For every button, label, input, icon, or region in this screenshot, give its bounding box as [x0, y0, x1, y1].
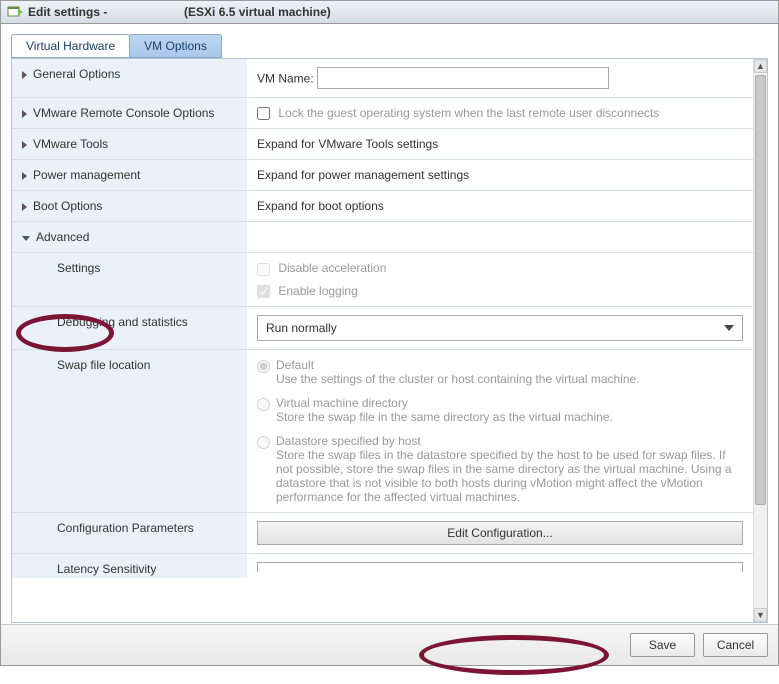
vm-icon: [7, 4, 23, 20]
dialog-content: Virtual Hardware VM Options General Opti…: [1, 24, 778, 623]
row-config-params: Configuration Parameters Edit Configurat…: [12, 512, 753, 553]
vm-name-input[interactable]: [317, 67, 609, 89]
expand-icon: [22, 110, 27, 118]
swap-vmdir-option[interactable]: Virtual machine directoryStore the swap …: [257, 396, 743, 424]
row-latency-sensitivity: Latency Sensitivity: [12, 553, 753, 578]
options-table: General Options VM Name: VMware Remote C…: [12, 59, 753, 578]
row-vmware-tools[interactable]: VMware Tools Expand for VMware Tools set…: [12, 129, 753, 160]
debugging-select[interactable]: Run normally: [257, 315, 743, 341]
expand-icon: [22, 141, 27, 149]
disable-acceleration-checkbox: [257, 263, 270, 276]
row-remote-console[interactable]: VMware Remote Console Options Lock the g…: [12, 98, 753, 129]
swap-vmdir-radio: [257, 398, 270, 411]
row-boot-options[interactable]: Boot Options Expand for boot options: [12, 191, 753, 222]
row-general-options[interactable]: General Options VM Name:: [12, 59, 753, 98]
dialog-footer: Save Cancel: [1, 624, 778, 665]
row-swap-location: Swap file location DefaultUse the settin…: [12, 349, 753, 512]
vm-name-label: VM Name:: [257, 72, 314, 86]
lock-guest-checkbox[interactable]: [257, 107, 270, 120]
scroll-up-button[interactable]: ▲: [754, 59, 767, 73]
tab-virtual-hardware[interactable]: Virtual Hardware: [11, 34, 130, 58]
enable-logging-checkbox: [257, 285, 270, 298]
swap-datastore-radio: [257, 436, 270, 449]
expand-icon: [22, 203, 27, 211]
edit-settings-dialog: Edit settings - (ESXi 6.5 virtual machin…: [0, 0, 779, 666]
latency-select-partial[interactable]: [257, 562, 743, 572]
swap-default-radio: [257, 360, 270, 373]
save-button[interactable]: Save: [630, 633, 695, 657]
chevron-down-icon: [724, 325, 734, 331]
disable-acceleration-label: Disable acceleration: [278, 261, 386, 275]
cancel-button[interactable]: Cancel: [703, 633, 768, 657]
row-settings: Settings Disable acceleration Enable log…: [12, 253, 753, 307]
scroll-track[interactable]: [754, 73, 767, 608]
vertical-scrollbar[interactable]: ▲ ▼: [753, 59, 767, 622]
row-debugging: Debugging and statistics Run normally: [12, 306, 753, 349]
scroll-thumb[interactable]: [755, 75, 766, 505]
row-advanced[interactable]: Advanced: [12, 222, 753, 253]
expand-icon: [22, 172, 27, 180]
collapse-icon: [22, 236, 30, 241]
swap-default-option[interactable]: DefaultUse the settings of the cluster o…: [257, 358, 743, 386]
title-bar: Edit settings - (ESXi 6.5 virtual machin…: [1, 1, 778, 24]
edit-configuration-button[interactable]: Edit Configuration...: [257, 521, 743, 545]
expand-icon: [22, 71, 27, 79]
swap-datastore-option[interactable]: Datastore specified by hostStore the swa…: [257, 434, 743, 504]
tab-bar: Virtual Hardware VM Options: [11, 34, 768, 58]
scroll-down-button[interactable]: ▼: [754, 608, 767, 622]
title-text: Edit settings - (ESXi 6.5 virtual machin…: [28, 5, 331, 19]
options-panel: General Options VM Name: VMware Remote C…: [11, 58, 768, 623]
tab-vm-options[interactable]: VM Options: [129, 34, 222, 58]
lock-guest-label[interactable]: Lock the guest operating system when the…: [257, 106, 659, 120]
scroll-area: General Options VM Name: VMware Remote C…: [12, 59, 753, 622]
enable-logging-label: Enable logging: [278, 284, 357, 298]
row-power-management[interactable]: Power management Expand for power manage…: [12, 160, 753, 191]
